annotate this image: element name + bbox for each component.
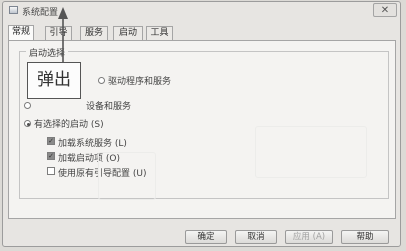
popup-callout-label: 弹出 bbox=[27, 62, 81, 99]
callout-arrow-icon bbox=[58, 7, 68, 62]
